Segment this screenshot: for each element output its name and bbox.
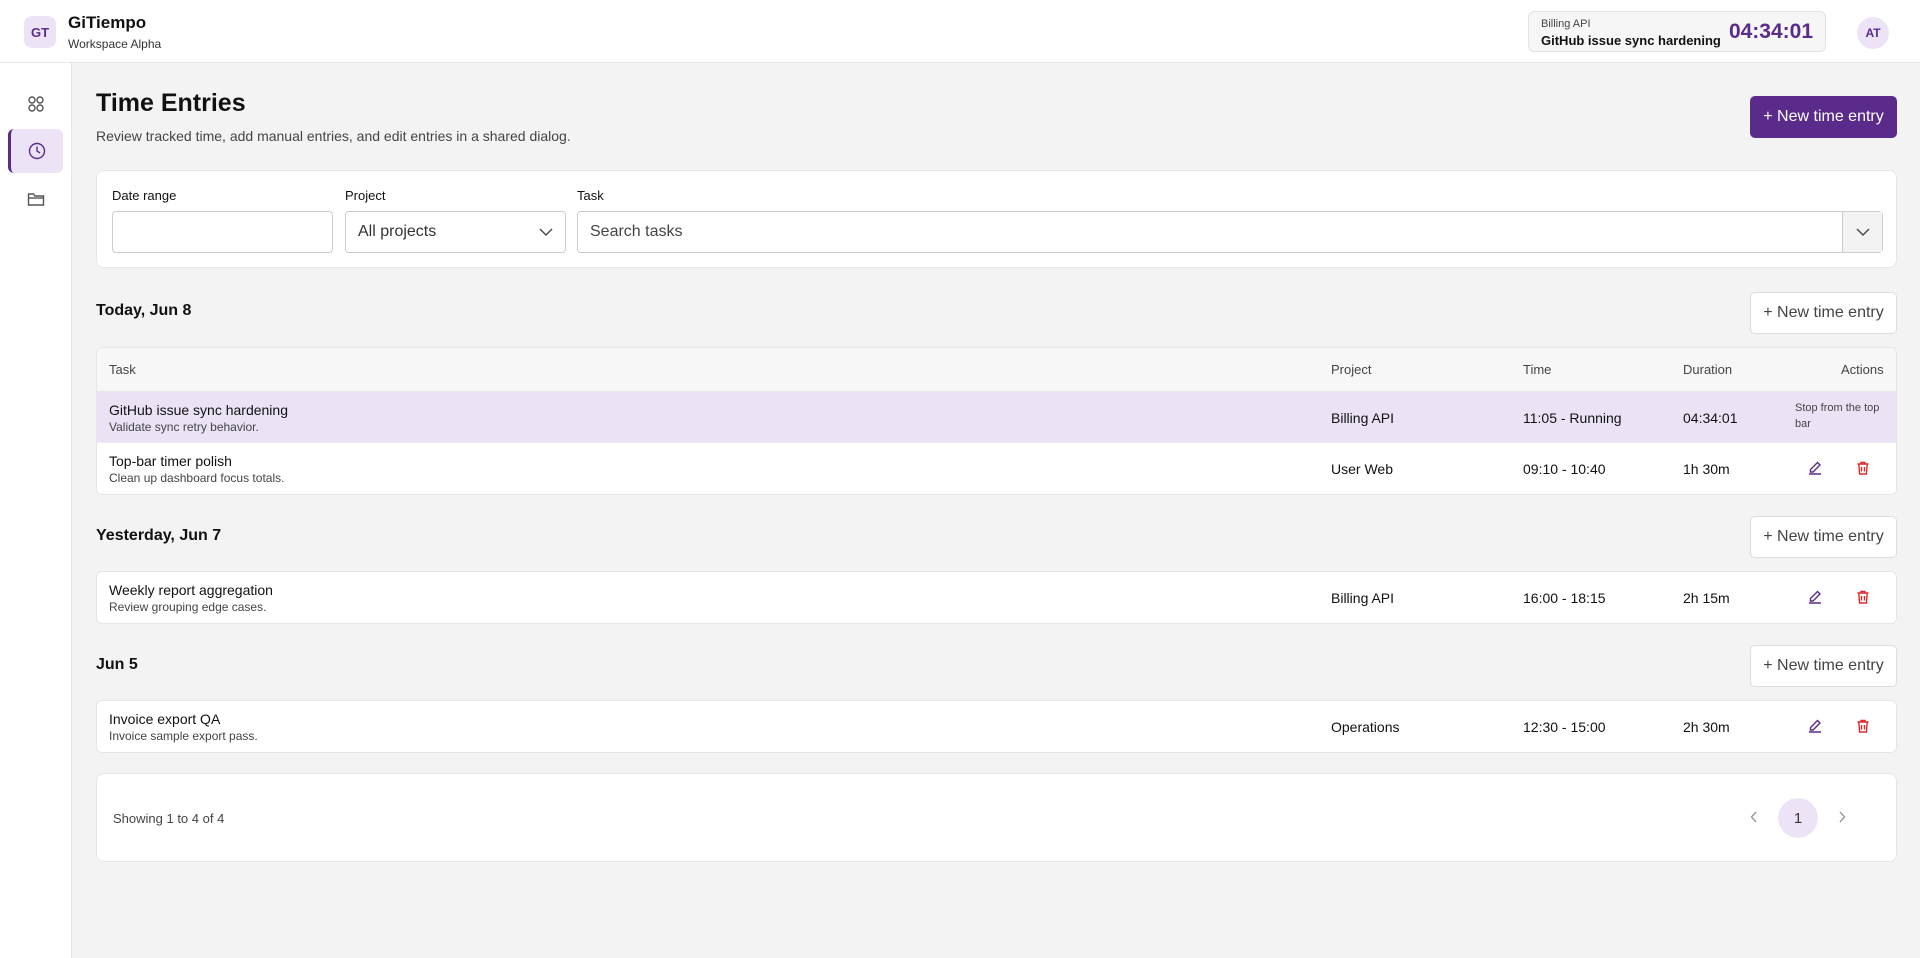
- column-header-time: Time: [1523, 362, 1552, 377]
- next-page-button[interactable]: [1832, 807, 1852, 827]
- column-header-duration: Duration: [1683, 362, 1733, 377]
- sidebar-item-time-entries[interactable]: [8, 129, 63, 173]
- entries-table: Invoice export QA Invoice sample export …: [96, 700, 1897, 753]
- chevron-down-icon: [539, 228, 553, 236]
- task-dropdown-toggle[interactable]: [1842, 212, 1882, 252]
- trash-icon: [1857, 590, 1869, 604]
- task-name: Weekly report aggregation: [109, 582, 273, 598]
- entry-project: Operations: [1331, 719, 1400, 735]
- project-filter-label: Project: [345, 188, 386, 203]
- running-timer[interactable]: Billing API GitHub issue sync hardening …: [1528, 11, 1826, 52]
- task-name: Top-bar timer polish: [109, 453, 232, 469]
- group-title: Jun 5: [96, 656, 138, 673]
- entry-duration: 1h 30m: [1683, 461, 1730, 477]
- entry-project: User Web: [1331, 461, 1393, 477]
- pagination-summary: Showing 1 to 4 of 4: [113, 811, 225, 826]
- task-name: Invoice export QA: [109, 711, 221, 727]
- timer-task: GitHub issue sync hardening: [1541, 33, 1721, 48]
- sidebar: [0, 63, 72, 958]
- top-bar: GT GiTiempo Workspace Alpha Billing API …: [0, 0, 1920, 63]
- chevron-down-icon: [1856, 228, 1869, 236]
- user-avatar[interactable]: AT: [1857, 17, 1889, 49]
- entry-project: Billing API: [1331, 410, 1395, 426]
- entry-time: 12:30 - 15:00: [1523, 719, 1606, 735]
- entries-table: Task Project Time Duration Actions GitHu…: [96, 347, 1897, 495]
- delete-entry-button[interactable]: [1853, 458, 1873, 478]
- project-select[interactable]: All projects: [345, 211, 566, 253]
- edit-icon: [1809, 719, 1821, 733]
- app-name: GiTiempo: [68, 13, 147, 32]
- delete-entry-button[interactable]: [1853, 587, 1873, 607]
- stop-from-top-bar-note: Stop from the top bar: [1795, 402, 1880, 430]
- project-select-value: All projects: [358, 223, 437, 240]
- table-row[interactable]: Weekly report aggregation Review groupin…: [97, 572, 1896, 623]
- sidebar-item-projects[interactable]: [8, 177, 63, 221]
- date-range-input[interactable]: [112, 211, 333, 253]
- page-1-button[interactable]: 1: [1778, 798, 1818, 838]
- edit-icon: [1809, 590, 1821, 604]
- group-title: Today, Jun 8: [96, 302, 192, 319]
- entry-duration: 04:34:01: [1683, 410, 1738, 426]
- task-search-placeholder: Search tasks: [590, 223, 683, 240]
- entry-project: Billing API: [1331, 590, 1395, 606]
- timer-elapsed: 04:34:01: [1728, 20, 1813, 43]
- table-header: Task Project Time Duration Actions: [97, 348, 1896, 392]
- column-header-actions: Actions: [1841, 362, 1884, 377]
- dashboard-icon: [27, 96, 44, 112]
- edit-entry-button[interactable]: [1805, 587, 1825, 607]
- previous-page-button[interactable]: [1744, 807, 1764, 827]
- task-search-input[interactable]: Search tasks: [577, 211, 1883, 253]
- entry-duration: 2h 15m: [1683, 590, 1730, 606]
- chevron-left-icon: [1750, 811, 1757, 823]
- column-header-project: Project: [1331, 362, 1372, 377]
- table-row[interactable]: Invoice export QA Invoice sample export …: [97, 701, 1896, 752]
- edit-entry-button[interactable]: [1805, 716, 1825, 736]
- table-row[interactable]: GitHub issue sync hardening Validate syn…: [97, 392, 1896, 443]
- new-time-entry-button[interactable]: + New time entry: [1750, 96, 1897, 138]
- entry-time: 11:05 - Running: [1523, 410, 1622, 426]
- edit-entry-button[interactable]: [1805, 458, 1825, 478]
- sidebar-item-dashboard[interactable]: [8, 82, 63, 126]
- timer-project: Billing API: [1541, 18, 1591, 30]
- group-title: Yesterday, Jun 7: [96, 527, 222, 544]
- page-description: Review tracked time, add manual entries,…: [96, 128, 571, 144]
- new-time-entry-button[interactable]: + New time entry: [1750, 516, 1897, 558]
- task-description: Clean up dashboard focus totals.: [109, 471, 285, 485]
- chevron-right-icon: [1839, 811, 1846, 823]
- app-logo: GT: [24, 16, 56, 48]
- trash-icon: [1857, 719, 1869, 733]
- date-range-label: Date range: [112, 188, 177, 203]
- new-time-entry-button[interactable]: + New time entry: [1750, 292, 1897, 334]
- clock-icon: [28, 142, 46, 160]
- entry-time: 16:00 - 18:15: [1523, 590, 1606, 606]
- column-header-task: Task: [109, 362, 136, 377]
- task-description: Validate sync retry behavior.: [109, 420, 259, 434]
- pagination-bar: Showing 1 to 4 of 4 1: [96, 773, 1897, 862]
- trash-icon: [1857, 461, 1869, 475]
- edit-icon: [1809, 461, 1821, 475]
- entries-table: Weekly report aggregation Review groupin…: [96, 571, 1897, 624]
- entry-time: 09:10 - 10:40: [1523, 461, 1606, 477]
- delete-entry-button[interactable]: [1853, 716, 1873, 736]
- task-description: Review grouping edge cases.: [109, 600, 267, 614]
- filters-card: Date range Project All projects Task Sea…: [96, 170, 1897, 268]
- task-filter-label: Task: [577, 188, 604, 203]
- task-name: GitHub issue sync hardening: [109, 402, 288, 418]
- task-description: Invoice sample export pass.: [109, 729, 258, 743]
- workspace-name: Workspace Alpha: [68, 37, 162, 51]
- entry-duration: 2h 30m: [1683, 719, 1730, 735]
- new-time-entry-button[interactable]: + New time entry: [1750, 645, 1897, 687]
- page-title: Time Entries: [96, 89, 246, 117]
- folder-icon: [27, 193, 44, 206]
- table-row[interactable]: Top-bar timer polish Clean up dashboard …: [97, 443, 1896, 494]
